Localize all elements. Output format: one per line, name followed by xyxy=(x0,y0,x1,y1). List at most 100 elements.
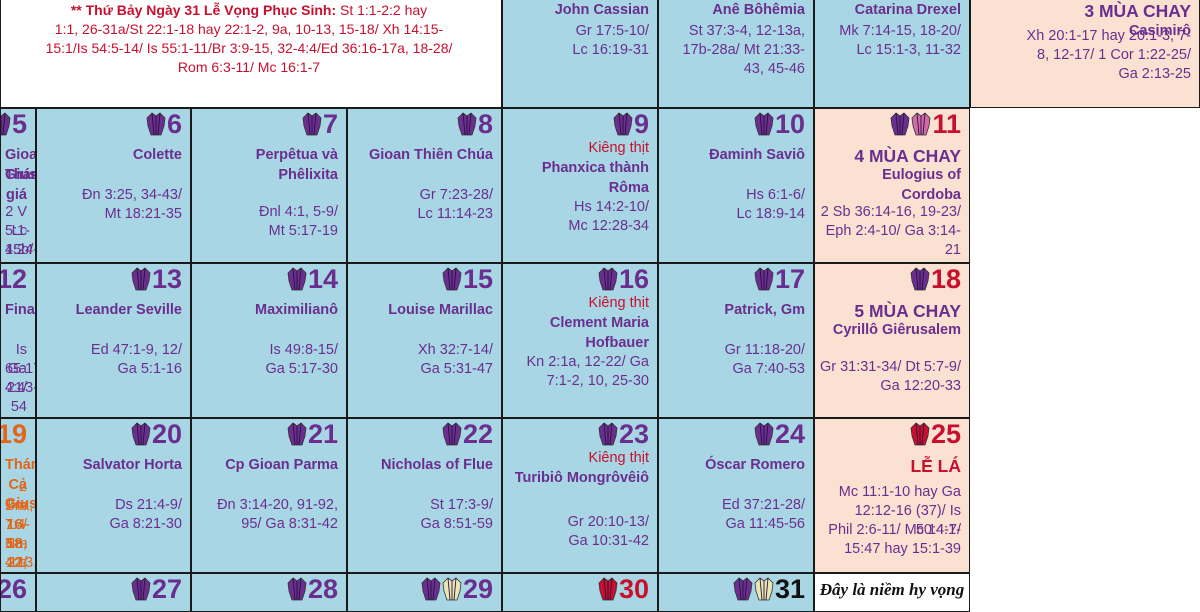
day-number: 15 xyxy=(462,264,493,294)
saint-name: Cp Gioan Parma xyxy=(225,457,338,473)
day-cell: 14 Maximilianô Is 49:8-15/Ga 5:17-30 xyxy=(191,263,347,418)
saint-name: Clement Maria xyxy=(549,315,649,331)
purple-vestment-icon xyxy=(910,267,930,291)
saint-name: Đaminh Saviô xyxy=(709,147,805,163)
day-header: 7 xyxy=(302,109,338,139)
day-cell: 8 Gioan Thiên Chúa Gr 7:23-28/Lc 11:14-23 xyxy=(347,108,502,263)
purple-vestment-icon xyxy=(891,112,910,136)
day-number: 18 xyxy=(930,264,961,294)
reading: 7:1-2, 10, 25-30 xyxy=(546,373,649,389)
purple-vestment-icon xyxy=(754,267,774,291)
reading: 95/ Ga 8:31-42 xyxy=(241,516,338,532)
calendar-grid: ** Thứ Bảy Ngày 31 Lễ Vọng Phục Sinh: St… xyxy=(0,0,1200,612)
sunday-title: 4 MÙA CHAY xyxy=(854,146,961,166)
purple-vestment-icon xyxy=(457,112,477,136)
day-number: 6 xyxy=(166,109,182,139)
quote-cell: Đây là niềm hy vọng xyxy=(814,573,970,612)
saint-name: Fina xyxy=(5,302,35,318)
note-text: St 1:1-2:2 hay xyxy=(336,2,428,18)
day-header: 5 xyxy=(1,109,27,139)
day-cell: 6 Colette Đn 3:25, 34-43/Mt 18:21-35 xyxy=(36,108,191,263)
reading: Đn 3:25, 34-43/ xyxy=(82,187,182,203)
fast-label: Kiêng thịt xyxy=(588,450,649,466)
day-number: 16 xyxy=(618,264,649,294)
day-number: 24 xyxy=(774,419,805,449)
reading: Ed 47:1-9, 12/ xyxy=(90,342,182,358)
day-cell: 5Gioan GiuseThánh giá2 V 5:1-15b/Lc 4:24… xyxy=(0,108,36,263)
sunday-title: 5 MÙA CHAY xyxy=(854,301,961,321)
day-header: 17 xyxy=(754,264,805,294)
purple-vestment-icon xyxy=(598,267,618,291)
day-number: 13 xyxy=(151,264,182,294)
reading: Lc 16:19-31 xyxy=(572,42,649,58)
reading: Lc 2:41-51a xyxy=(11,555,27,571)
reading: Lc 11:14-23 xyxy=(417,206,493,222)
reading: 8, 12-17/ 1 Cor 1:22-25/ xyxy=(1037,47,1191,63)
purple-vestment-icon xyxy=(287,577,307,601)
reading: Lc 18:9-14 xyxy=(736,206,805,222)
day-header: 18 xyxy=(910,264,961,294)
purple-vestment-icon xyxy=(598,422,618,446)
day-header: 11 xyxy=(890,109,961,139)
day-header: 15 xyxy=(442,264,493,294)
saint-name: Rôma xyxy=(608,180,649,196)
day-cell: 7 Perpêtua và Phêlixita Đnl 4:1, 5-9/Mt 5:1… xyxy=(191,108,347,263)
day-header: 16 xyxy=(598,264,649,294)
day-header: 19 xyxy=(1,419,27,449)
reading: Lc 4:24-30 xyxy=(5,223,35,262)
reading: Ga 7:40-53 xyxy=(732,361,805,377)
purple-vestment-icon xyxy=(131,422,151,446)
reading: Đn 3:14-20, 91-92, xyxy=(217,497,338,513)
day-cell: 17 Patrick, Gm Gr 11:18-20/Ga 7:40-53 xyxy=(658,263,814,418)
purple-vestment-icon xyxy=(131,267,151,291)
reading: Ga 8:51-59 xyxy=(420,516,493,532)
day-header: 14 xyxy=(287,264,338,294)
day-cell: 16 Kiêng thịt Clement Maria Hofbauer Kn 2:1a… xyxy=(502,263,658,418)
saint-name: Cyrillô Giêrusalem xyxy=(832,322,961,338)
saint-name: Maximilianô xyxy=(255,302,338,318)
fast-label: Kiêng thịt xyxy=(588,295,649,311)
purple-vestment-icon xyxy=(442,267,462,291)
saint-name: Leander Seville xyxy=(75,302,182,318)
reading: 43, 45-46 xyxy=(743,61,805,77)
reading: Ga 12:20-33 xyxy=(880,378,961,394)
reading: Mt 5:17-19 xyxy=(268,223,338,239)
red-vestment-icon xyxy=(910,422,930,446)
reading: Ed 37:21-28/ xyxy=(721,497,805,513)
day-cell: 24 Óscar Romero Ed 37:21-28/Ga 11:45-56 xyxy=(658,418,814,573)
saint-name: Louise Marillac xyxy=(388,302,493,318)
day-number: 20 xyxy=(151,419,182,449)
reading: Mk 7:14-15, 18-20/ xyxy=(839,23,961,39)
sunday-cell: 3 MÙA CHAY Casimirô Xh 20:1-17 hay 20:1-3,… xyxy=(970,0,1200,108)
day-cell: 27 xyxy=(36,573,191,612)
saint-name: Perpêtua và xyxy=(255,147,338,163)
day-header: 21 xyxy=(287,419,338,449)
day-number: 10 xyxy=(774,109,805,139)
reading: Ga 5:31-47 xyxy=(420,361,493,377)
day-header: 23 xyxy=(598,419,649,449)
note-line: 1:1, 26-31a/St 22:1-18 hay 22:1-2, 9a, 1… xyxy=(54,21,444,37)
reading: Ds 21:4-9/ xyxy=(115,497,182,513)
saint-name: Turibiô Mongrôvêiô xyxy=(514,470,649,486)
day-cell: 28 xyxy=(191,573,347,612)
day-number: 17 xyxy=(774,264,805,294)
day-cell: 31 xyxy=(658,573,814,612)
day-cell: 20 Salvator Horta Ds 21:4-9/Ga 8:21-30 xyxy=(36,418,191,573)
saint-name: Catarina Drexel xyxy=(854,2,961,18)
day-number: 8 xyxy=(477,109,493,139)
sunday-title: LỄ LÁ xyxy=(910,456,961,476)
day-cell: 30 xyxy=(502,573,658,612)
reading: 2 Sb 36:14-16, 19-23/ xyxy=(820,204,961,220)
reading: Xh 20:1-17 hay 20:1-3, 7- xyxy=(1026,28,1191,44)
reading: Lc 15:1-3, 11-32 xyxy=(856,42,961,58)
day-number: 22 xyxy=(462,419,493,449)
day-header: 8 xyxy=(457,109,493,139)
day-header: 13 xyxy=(131,264,182,294)
saint-name: Gioan Thiên Chúa xyxy=(368,147,493,163)
day-header: 10 xyxy=(754,109,805,139)
day-cell: John Cassian Gr 17:5-10/Lc 16:19-31 xyxy=(502,0,658,108)
reading: Gr 7:23-28/ xyxy=(419,187,493,203)
reading: Ga 4:43-54 xyxy=(5,361,36,415)
saint-name: Colette xyxy=(132,147,182,163)
purple-vestment-icon xyxy=(302,112,322,136)
